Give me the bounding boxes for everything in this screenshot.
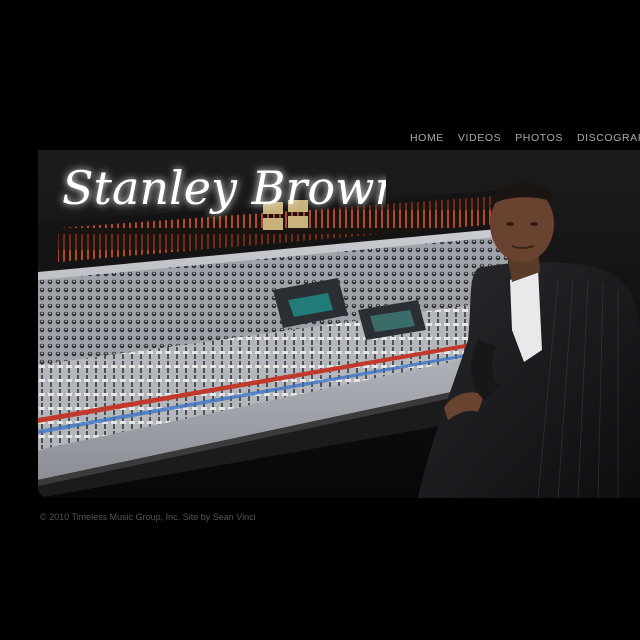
footer: © 2010 Timeless Music Group, Inc. Site b… (40, 512, 256, 522)
site-logo[interactable]: Stanley Brown (56, 128, 386, 238)
nav-item-videos[interactable]: VIDEOS (458, 132, 501, 144)
nav-item-home[interactable]: HOME (410, 132, 444, 144)
footer-copyright: © 2010 Timeless Music Group, Inc. (40, 512, 181, 522)
footer-credit-link[interactable]: Site by Sean Vinci (183, 512, 256, 522)
nav-item-discography[interactable]: DISCOGRAPHY (577, 132, 640, 144)
main-nav: HOME VIDEOS PHOTOS DISCOGRAPHY (410, 128, 640, 144)
nav-item-photos[interactable]: PHOTOS (515, 132, 563, 144)
logo-text: Stanley Brown (62, 161, 386, 215)
